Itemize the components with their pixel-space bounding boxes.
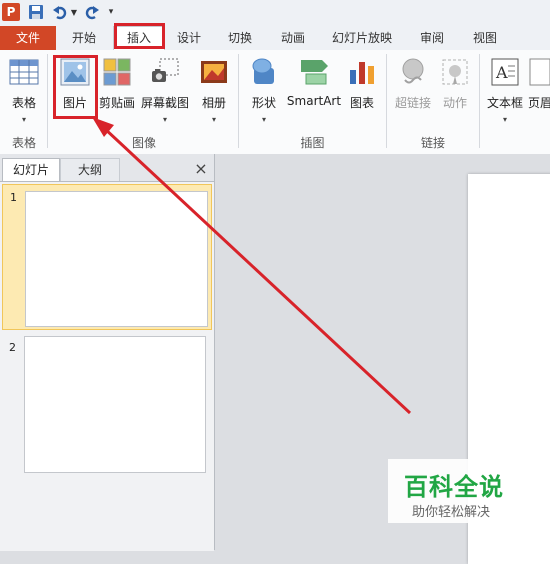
customize-toolbar-icon[interactable]: ▾ bbox=[106, 3, 116, 21]
picture-button-highlight bbox=[53, 55, 98, 119]
group-label-illustrations: 插图 bbox=[300, 136, 325, 150]
slide-thumbnail[interactable] bbox=[24, 336, 206, 473]
photo-album-icon bbox=[201, 61, 227, 83]
shapes-icon bbox=[252, 58, 274, 84]
smartart-label: SmartArt bbox=[286, 94, 342, 108]
quick-access-toolbar: P ▼ ▾ bbox=[0, 0, 550, 24]
tab-review[interactable]: 审阅 bbox=[409, 27, 455, 49]
svg-text:A: A bbox=[495, 63, 508, 82]
group-divider bbox=[47, 54, 48, 148]
undo-icon[interactable] bbox=[52, 3, 68, 21]
group-label-tables: 表格 bbox=[11, 136, 36, 150]
shapes-label: 形状 bbox=[251, 96, 276, 110]
watermark: 百科全说 助你轻松解决 bbox=[388, 459, 538, 523]
tab-view[interactable]: 视图 bbox=[462, 27, 508, 49]
action-button[interactable]: 动作 bbox=[438, 54, 472, 111]
shapes-dropdown-icon: ▾ bbox=[261, 115, 266, 124]
album-dropdown-icon: ▾ bbox=[211, 115, 216, 124]
chart-icon bbox=[350, 62, 374, 84]
group-label-links: 链接 bbox=[420, 136, 445, 150]
textbox-button[interactable]: A 文本框 ▾ bbox=[485, 54, 525, 124]
group-divider bbox=[479, 54, 480, 148]
slide-number: 2 bbox=[9, 341, 16, 354]
tab-design[interactable]: 设计 bbox=[166, 27, 212, 49]
group-divider bbox=[238, 54, 239, 148]
slide-thumbnail-row[interactable]: 2 bbox=[0, 336, 214, 476]
tab-home[interactable]: 开始 bbox=[58, 27, 110, 49]
chart-button[interactable]: 图表 bbox=[345, 54, 379, 111]
screenshot-icon bbox=[152, 58, 179, 82]
redo-icon[interactable] bbox=[84, 3, 100, 21]
textbox-dropdown-icon: ▾ bbox=[502, 115, 507, 124]
hyperlink-button[interactable]: 超链接 bbox=[392, 54, 434, 111]
slides-panel: 幻灯片 大纲 × 1 2 bbox=[0, 154, 215, 551]
header-footer-label: 页眉 bbox=[528, 96, 550, 110]
screenshot-dropdown-icon: ▾ bbox=[162, 115, 167, 124]
save-icon[interactable] bbox=[28, 3, 44, 21]
hyperlink-label: 超链接 bbox=[394, 96, 431, 110]
table-dropdown-icon: ▾ bbox=[21, 115, 26, 124]
smartart-icon bbox=[301, 60, 328, 85]
screenshot-button[interactable]: 屏幕截图 ▾ bbox=[140, 54, 190, 124]
screenshot-label: 屏幕截图 bbox=[140, 96, 189, 110]
powerpoint-app-icon[interactable]: P bbox=[2, 3, 20, 21]
tab-outline[interactable]: 大纲 bbox=[60, 158, 120, 181]
insert-tab-highlight bbox=[114, 23, 165, 49]
smartart-button[interactable]: SmartArt bbox=[286, 54, 342, 108]
slide-number: 1 bbox=[10, 191, 17, 204]
table-label: 表格 bbox=[11, 96, 36, 110]
watermark-subtitle: 助你轻松解决 bbox=[412, 505, 491, 520]
close-icon[interactable]: × bbox=[192, 160, 210, 178]
tab-slides[interactable]: 幻灯片 bbox=[2, 158, 60, 181]
slide-thumbnail-row[interactable]: 1 bbox=[2, 184, 212, 330]
clipart-label: 剪贴画 bbox=[98, 96, 135, 110]
group-divider bbox=[386, 54, 387, 148]
globe-link-icon bbox=[402, 58, 424, 84]
textbox-label: 文本框 bbox=[486, 96, 523, 110]
album-button[interactable]: 相册 ▾ bbox=[196, 54, 232, 124]
album-label: 相册 bbox=[201, 96, 226, 110]
group-label-images: 图像 bbox=[131, 136, 156, 150]
table-icon bbox=[9, 59, 39, 85]
slide-thumbnail[interactable] bbox=[25, 191, 208, 327]
header-footer-button[interactable]: 页眉 bbox=[528, 54, 550, 111]
undo-dropdown-icon[interactable]: ▼ bbox=[70, 3, 78, 21]
ribbon-tabs: 文件 开始 插入 设计 切换 动画 幻灯片放映 审阅 视图 bbox=[0, 24, 550, 51]
clipart-icon bbox=[103, 58, 131, 86]
clipart-button[interactable]: 剪贴画 bbox=[98, 54, 136, 111]
slide-thumbnails: 1 2 bbox=[0, 181, 214, 551]
tab-animations[interactable]: 动画 bbox=[270, 27, 316, 49]
watermark-title: 百科全说 bbox=[404, 473, 504, 501]
action-label: 动作 bbox=[442, 96, 467, 110]
tab-transitions[interactable]: 切换 bbox=[217, 27, 263, 49]
table-button[interactable]: 表格 ▾ bbox=[6, 54, 42, 124]
tab-file[interactable]: 文件 bbox=[0, 26, 56, 50]
shapes-button[interactable]: 形状 ▾ bbox=[246, 54, 282, 124]
textbox-icon: A bbox=[491, 58, 519, 86]
chart-label: 图表 bbox=[349, 96, 374, 110]
header-footer-icon bbox=[529, 58, 550, 86]
action-icon bbox=[442, 59, 468, 85]
tab-slideshow[interactable]: 幻灯片放映 bbox=[322, 27, 402, 49]
